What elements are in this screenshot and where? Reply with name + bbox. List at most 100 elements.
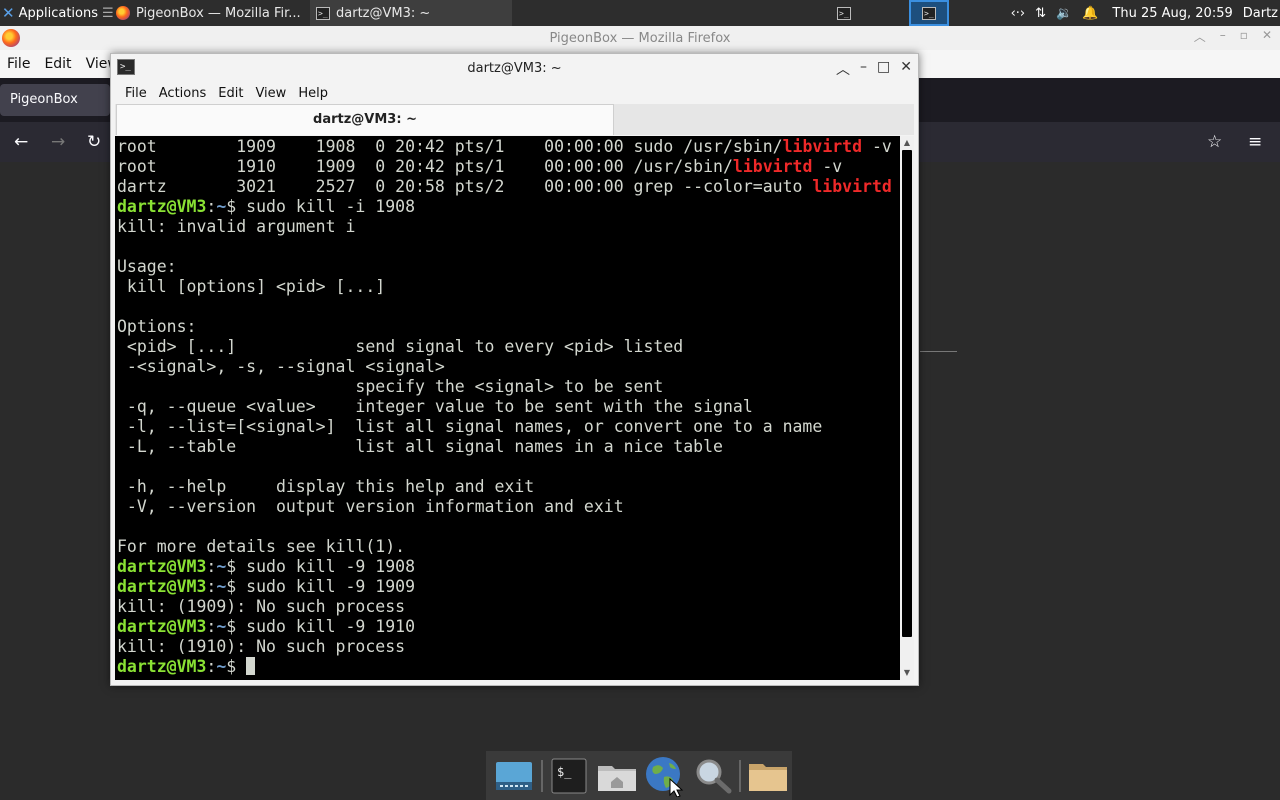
dock-search[interactable] [689,754,737,798]
bookmark-star-icon[interactable]: ☆ [1207,132,1222,152]
hamburger-menu-icon[interactable]: ≡ [1248,132,1262,152]
scrollbar-thumb[interactable] [902,150,912,637]
output-text: -L, --table list all signal names in a n… [117,437,723,456]
show-desktop-icon [495,761,532,790]
firefox-titlebar: PigeonBox — Mozilla Firefox ︿ – ▫ ✕ [0,26,1280,50]
terminal-menu-file[interactable]: File [119,86,153,101]
network-updown-icon[interactable]: ⇅ [1035,6,1046,21]
prompt-path: ~ [216,617,227,636]
firefox-title: PigeonBox — Mozilla Firefox [549,30,731,46]
clock[interactable]: Thu 25 Aug, 20:59 [1112,6,1232,21]
terminal-icon: >_ [837,6,851,20]
close-icon[interactable]: ✕ [900,59,912,79]
terminal-tab[interactable]: dartz@VM3: ~ [116,104,614,135]
prompt-separator: : [206,617,217,636]
output-text: -l, --list=[<signal>] list all signal na… [117,417,823,436]
terminal-scrollbar[interactable]: ▲ ▼ [900,136,914,680]
dock-separator [739,759,742,792]
terminal-line: For more details see kill(1). [117,537,892,557]
top-panel: ✕ Applications ☰ PigeonBox — Mozilla Fir… [0,0,1280,26]
reload-icon[interactable]: ↻ [87,132,101,152]
back-arrow-icon[interactable]: ← [14,132,28,152]
prompt-user: dartz@VM3 [117,577,207,596]
minimize-icon[interactable]: – [860,59,867,79]
dock: $_ [486,751,792,800]
output-text: Usage: [117,257,177,276]
terminal-window: >_ dartz@VM3: ~ ︿ – □ ✕ File Actions Edi… [110,53,919,686]
close-icon[interactable]: ✕ [1262,28,1272,45]
terminal-line: dartz@VM3:~$ sudo kill -9 1909 [117,577,892,597]
prompt-separator: : [206,557,217,576]
terminal-menu-view[interactable]: View [249,86,292,101]
terminal-menu-actions[interactable]: Actions [153,86,213,101]
terminal-line: dartz@VM3:~$ sudo kill -9 1910 [117,617,892,637]
user-menu[interactable]: Dartz [1243,6,1278,21]
svg-text:$_: $_ [557,765,572,779]
terminal-menu-help[interactable]: Help [292,86,334,101]
network-arrows-icon[interactable]: ‹·› [1011,6,1026,21]
terminal-menubar: File Actions Edit View Help [111,82,918,104]
firefox-tab[interactable]: PigeonBox [0,84,110,116]
output-text: kill: (1909): No such process [117,597,406,616]
dock-terminal[interactable]: $_ [546,754,594,798]
terminal-line: -h, --help display this help and exit [117,477,892,497]
chevron-up-icon[interactable]: ︿ [836,59,850,79]
terminal-icon: >_ [117,59,135,75]
prompt-dollar: $ [226,577,247,596]
volume-icon[interactable]: 🔉 [1056,6,1072,21]
terminal-screen[interactable]: root 1909 1908 0 20:42 pts/1 00:00:00 su… [115,136,900,680]
workspace-1[interactable]: >_ [824,0,864,26]
output-text: -h, --help display this help and exit [117,477,535,496]
workspace-2[interactable]: >_ [909,0,949,26]
home-folder-icon [598,765,637,791]
forward-arrow-icon[interactable]: → [51,132,65,152]
terminal-line: -<signal>, -s, --signal <signal> [117,357,892,377]
prompt-path: ~ [216,577,227,596]
output-text: <pid> [...] send signal to every <pid> l… [117,337,684,356]
firefox-icon [2,29,20,47]
terminal-line: kill [options] <pid> [...] [117,277,892,297]
prompt-user: dartz@VM3 [117,617,207,636]
taskbar-item-terminal[interactable]: >_ dartz@VM3: ~ [310,0,512,26]
dock-show-desktop[interactable] [490,754,538,798]
firefox-menu-file[interactable]: File [0,56,37,72]
firefox-menu-edit[interactable]: Edit [37,56,78,72]
applications-menu[interactable]: ✕ Applications ☰ [0,0,114,26]
terminal-menu-edit[interactable]: Edit [212,86,249,101]
taskbar-item-firefox[interactable]: PigeonBox — Mozilla Fir... [110,0,310,26]
grep-highlight: libvirtd [782,137,863,156]
system-tray: ‹·› ⇅ 🔉 🔔 Thu 25 Aug, 20:59 Dartz [1011,0,1280,26]
terminal-output: root 1909 1908 0 20:42 pts/1 00:00:00 su… [117,137,892,677]
terminal-titlebar[interactable]: >_ dartz@VM3: ~ ︿ – □ ✕ [111,54,918,82]
output-text: kill [options] <pid> [...] [117,277,386,296]
output-text: For more details see kill(1). [117,537,406,556]
dock-home-folder[interactable] [593,754,641,798]
command-text: sudo kill -9 1908 [246,557,416,576]
maximize-icon[interactable]: ▫ [1240,28,1248,45]
maximize-icon[interactable]: □ [877,59,890,79]
terminal-line: kill: (1910): No such process [117,637,892,657]
terminal-line: root 1910 1909 0 20:42 pts/1 00:00:00 /u… [117,157,892,177]
terminal-line: dartz@VM3:~$ sudo kill -i 1908 [117,197,892,217]
dock-web-browser[interactable] [641,754,689,798]
notification-bell-icon[interactable]: 🔔 [1082,6,1098,21]
scroll-up-icon[interactable]: ▲ [900,137,914,149]
scroll-down-icon[interactable]: ▼ [900,667,914,679]
line-text: root 1909 1908 0 20:42 pts/1 00:00:00 su… [117,137,783,156]
line-text: root 1910 1909 0 20:42 pts/1 00:00:00 /u… [117,157,733,176]
dock-files-folder[interactable] [744,754,792,798]
prompt-dollar: $ [226,557,247,576]
prompt-dollar: $ [226,617,247,636]
output-text: -q, --queue <value> integer value to be … [117,397,753,416]
terminal-line: -l, --list=[<signal>] list all signal na… [117,417,892,437]
output-text: -V, --version output version information… [117,497,624,516]
prompt-user: dartz@VM3 [117,197,207,216]
line-text: dartz 3021 2527 0 20:58 pts/2 00:00:00 g… [117,177,813,196]
chevron-up-icon[interactable]: ︿ [1194,28,1206,45]
minimize-icon[interactable]: – [1220,28,1226,45]
divider [920,351,957,352]
prompt-dollar: $ [226,197,247,216]
terminal-title: dartz@VM3: ~ [467,60,562,76]
